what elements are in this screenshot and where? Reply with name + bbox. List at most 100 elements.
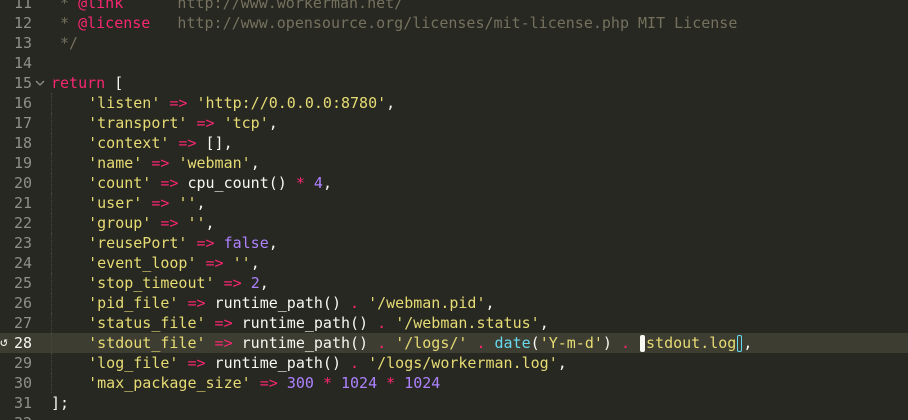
code-token: date	[494, 334, 531, 352]
code-token: 'stdout_file'	[88, 334, 206, 352]
code-token: ,	[268, 114, 278, 132]
code-line[interactable]: 20 'count' => cpu_count() * 4,	[0, 173, 908, 193]
code-token: [	[105, 74, 124, 92]
code-token: 'transport'	[88, 114, 188, 132]
code-token: *	[386, 374, 396, 392]
code-text[interactable]: 'max_package_size' => 300 * 1024 * 1024	[51, 373, 440, 393]
code-line[interactable]: 30 'max_package_size' => 300 * 1024 * 10…	[0, 373, 908, 393]
code-line[interactable]: 22 'group' => '',	[0, 213, 908, 233]
code-token: ,	[259, 274, 269, 292]
code-text[interactable]: 'name' => 'webman',	[51, 153, 260, 173]
code-token: .	[350, 294, 360, 312]
code-line[interactable]: ↺ 28 'stdout_file' => runtime_path() . '/…	[0, 333, 908, 353]
code-line[interactable]: 26 'pid_file' => runtime_path() . '/webm…	[0, 293, 908, 313]
code-token: ,	[485, 294, 495, 312]
code-text[interactable]: 'stdout_file' => runtime_path() . '/logs…	[51, 333, 752, 353]
code-line[interactable]: 14	[0, 53, 908, 73]
code-token: )	[602, 334, 621, 352]
code-token: =>	[214, 274, 242, 292]
indent-guide	[51, 113, 88, 133]
line-number: 14	[13, 54, 32, 72]
code-token: =>	[205, 314, 233, 332]
line-number: 29	[13, 354, 32, 372]
code-text[interactable]: * @link http://www.workerman.net/	[51, 0, 403, 13]
code-token: http://www.opensource.org/licenses/mit-l…	[150, 14, 738, 32]
code-token: ''	[187, 214, 206, 232]
code-line[interactable]: 18 'context' => [],	[0, 133, 908, 153]
code-text[interactable]: 'event_loop' => '',	[51, 253, 260, 273]
code-line[interactable]: 15 return [	[0, 73, 908, 93]
line-number: 17	[13, 114, 32, 132]
code-line[interactable]: 17 'transport' => 'tcp',	[0, 113, 908, 133]
code-line[interactable]: 13 */	[0, 33, 908, 53]
code-text[interactable]: 'transport' => 'tcp',	[51, 113, 278, 133]
code-line[interactable]: 16 'listen' => 'http://0.0.0.0:8780',	[0, 93, 908, 113]
code-text[interactable]: */	[51, 33, 78, 53]
code-token: 'context'	[88, 134, 170, 152]
code-token: 'pid_file'	[88, 294, 179, 312]
code-token: ,	[268, 234, 278, 252]
line-number: 27	[13, 314, 32, 332]
code-token: =>	[142, 154, 170, 172]
code-token: ];	[51, 394, 70, 412]
code-text[interactable]: 'user' => '',	[51, 193, 206, 213]
fold-arrow-icon[interactable]	[34, 73, 46, 93]
code-token: .	[377, 314, 387, 332]
code-text[interactable]: 'group' => '',	[51, 213, 215, 233]
code-text[interactable]: 'context' => [],	[51, 133, 233, 153]
quote-match-marker	[640, 335, 646, 352]
indent-guide	[51, 93, 88, 113]
indent-guide	[51, 153, 88, 173]
line-number: 26	[13, 294, 32, 312]
code-text[interactable]: 'status_file' => runtime_path() . '/webm…	[51, 313, 549, 333]
code-line[interactable]: 29 'log_file' => runtime_path() . '/logs…	[0, 353, 908, 373]
code-text[interactable]: 'listen' => 'http://0.0.0.0:8780',	[51, 93, 395, 113]
code-line[interactable]: 31];	[0, 393, 908, 413]
code-token: =>	[178, 294, 206, 312]
code-line[interactable]: 24 'event_loop' => '',	[0, 253, 908, 273]
code-token: ,	[196, 194, 206, 212]
code-text[interactable]: return [	[51, 73, 123, 93]
code-text[interactable]: 'count' => cpu_count() * 4,	[51, 173, 332, 193]
code-text[interactable]: 'reusePort' => false,	[51, 233, 278, 253]
indent-guide	[51, 333, 88, 353]
code-token: ,	[557, 354, 567, 372]
code-token: =>	[250, 374, 278, 392]
code-line[interactable]: 23 'reusePort' => false,	[0, 233, 908, 253]
code-line[interactable]: 27 'status_file' => runtime_path() . '/w…	[0, 313, 908, 333]
code-token: ''	[178, 194, 197, 212]
code-text[interactable]: 'stop_timeout' => 2,	[51, 273, 269, 293]
code-token: =>	[205, 334, 233, 352]
code-line[interactable]: 12 * @license http://www.opensource.org/…	[0, 13, 908, 33]
code-line[interactable]: 11 * @link http://www.workerman.net/	[0, 0, 908, 13]
line-number: 30	[13, 374, 32, 392]
code-token: ,	[386, 94, 396, 112]
code-text[interactable]: 'log_file' => runtime_path() . '/logs/wo…	[51, 353, 567, 373]
code-lines[interactable]: 11 * @link http://www.workerman.net/12 *…	[0, 0, 908, 420]
code-token: 'webman'	[178, 154, 251, 172]
code-token: cpu_count()	[178, 174, 296, 192]
code-line[interactable]: 21 'user' => '',	[0, 193, 908, 213]
code-text[interactable]: ];	[51, 393, 69, 413]
code-token: .	[476, 334, 486, 352]
code-token: =>	[187, 114, 215, 132]
code-editor[interactable]: 11 * @link http://www.workerman.net/12 *…	[0, 0, 908, 420]
code-token: =>	[178, 354, 206, 372]
code-line[interactable]: 32	[0, 413, 908, 420]
code-text[interactable]: * @license http://www.opensource.org/lic…	[51, 13, 737, 33]
code-token: =>	[187, 234, 215, 252]
code-token: ''	[232, 254, 251, 272]
code-line[interactable]: 19 'name' => 'webman',	[0, 153, 908, 173]
code-token: 300	[286, 374, 314, 392]
code-text[interactable]: 'pid_file' => runtime_path() . '/webman.…	[51, 293, 495, 313]
code-token: ,	[539, 314, 549, 332]
indent-guide	[51, 313, 88, 333]
code-line[interactable]: 25 'stop_timeout' => 2,	[0, 273, 908, 293]
code-token: 'name'	[88, 154, 143, 172]
